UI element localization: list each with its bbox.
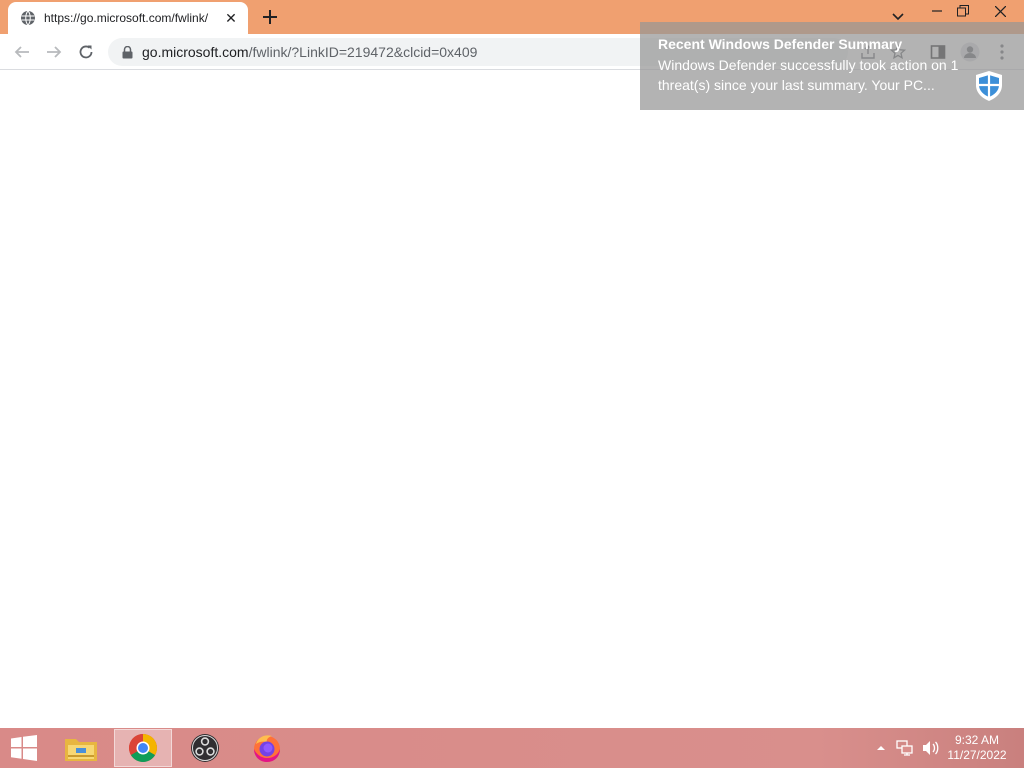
url-text[interactable]: go.microsoft.com/fwlink/?LinkID=219472&c… <box>142 44 477 60</box>
arrow-left-icon <box>14 46 29 58</box>
shield-icon <box>976 71 1002 101</box>
window-close-button[interactable] <box>984 0 1016 22</box>
tab-title: https://go.microsoft.com/fwlink/ <box>44 11 209 25</box>
chevron-up-icon[interactable] <box>874 728 888 768</box>
defender-notification[interactable]: Recent Windows Defender Summary Windows … <box>640 22 1024 110</box>
volume-icon[interactable] <box>920 728 942 768</box>
arrow-right-icon <box>47 46 62 58</box>
close-icon <box>994 5 1006 17</box>
page-content <box>0 71 1024 728</box>
lock-icon[interactable] <box>120 45 134 59</box>
restore-icon <box>957 5 969 17</box>
taskbar-firefox[interactable] <box>238 729 296 767</box>
minimize-icon <box>932 10 942 12</box>
close-icon[interactable]: ✕ <box>222 9 240 27</box>
new-tab-button[interactable] <box>258 6 282 28</box>
firefox-icon <box>254 735 280 762</box>
system-clock[interactable]: 9:32 AM 11/27/2022 <box>942 733 1012 763</box>
taskbar-chrome[interactable] <box>114 729 172 767</box>
taskbar-obs[interactable] <box>176 729 234 767</box>
browser-tab[interactable]: https://go.microsoft.com/fwlink/ ✕ <box>8 2 248 34</box>
reload-button[interactable] <box>74 40 98 64</box>
globe-icon <box>20 10 36 26</box>
back-button[interactable] <box>10 40 34 64</box>
clock-time: 9:32 AM <box>954 733 1000 747</box>
windows-logo-icon <box>11 735 37 761</box>
chrome-icon <box>129 734 157 762</box>
obs-icon <box>191 734 219 762</box>
forward-button[interactable] <box>42 40 66 64</box>
start-button[interactable] <box>0 728 48 768</box>
plus-icon <box>263 10 277 24</box>
notification-body: Windows Defender successfully took actio… <box>658 57 959 93</box>
clock-date: 11/27/2022 <box>947 748 1007 762</box>
url-path: /fwlink/?LinkID=219472&clcid=0x409 <box>248 44 478 60</box>
restore-button[interactable] <box>948 0 978 22</box>
taskbar-file-explorer[interactable] <box>52 729 110 767</box>
file-explorer-icon <box>65 739 97 761</box>
taskbar: 9:32 AM 11/27/2022 <box>0 728 1024 768</box>
network-icon[interactable] <box>894 728 916 768</box>
notification-title: Recent Windows Defender Summary <box>658 36 903 52</box>
reload-icon <box>79 45 93 59</box>
url-host: go.microsoft.com <box>142 44 249 60</box>
